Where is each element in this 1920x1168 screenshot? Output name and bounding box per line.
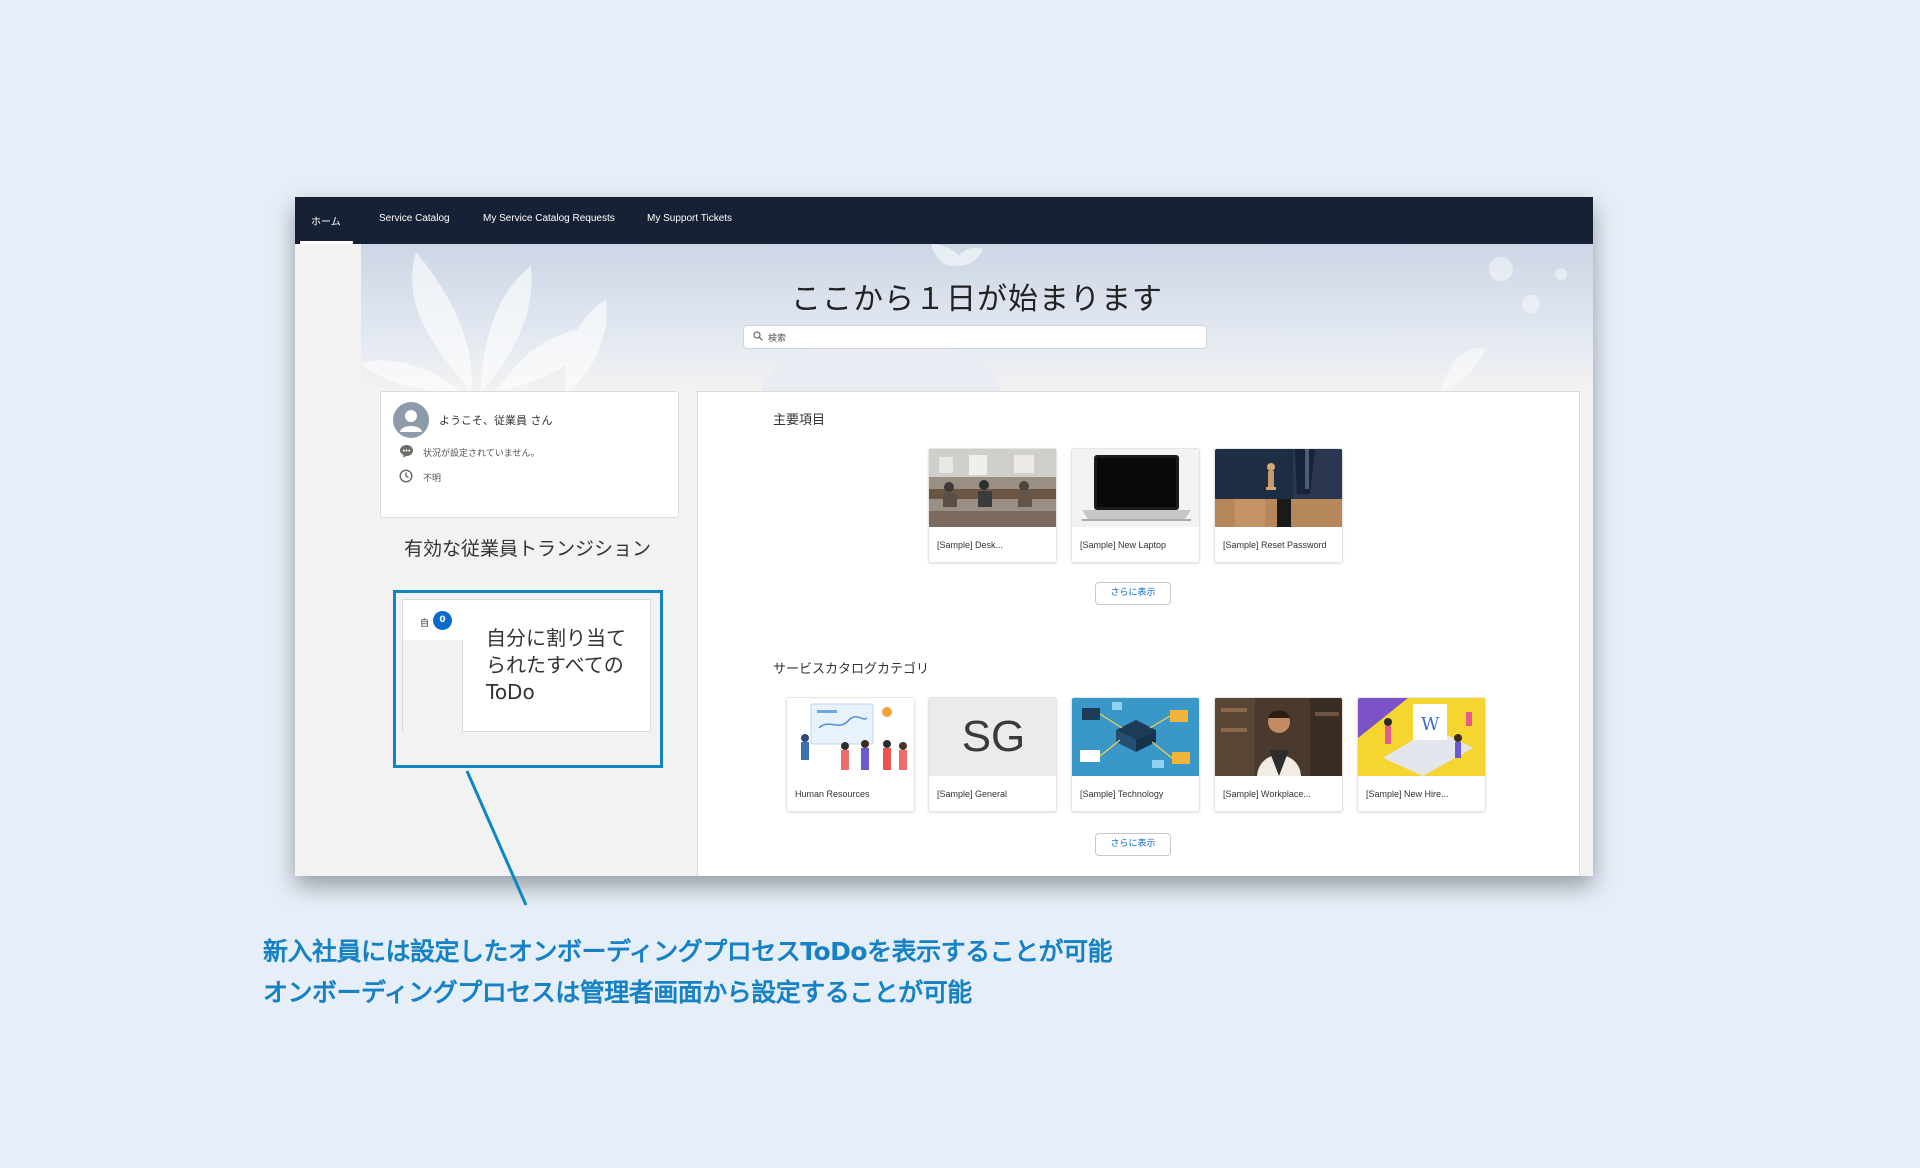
caption-line-2: オンボーディングプロセスは管理者画面から設定することが可能 [263,978,972,1007]
caption-line-1: 新入社員には設定したオンボーディングプロセスToDoを表示することが可能 [263,937,1113,966]
